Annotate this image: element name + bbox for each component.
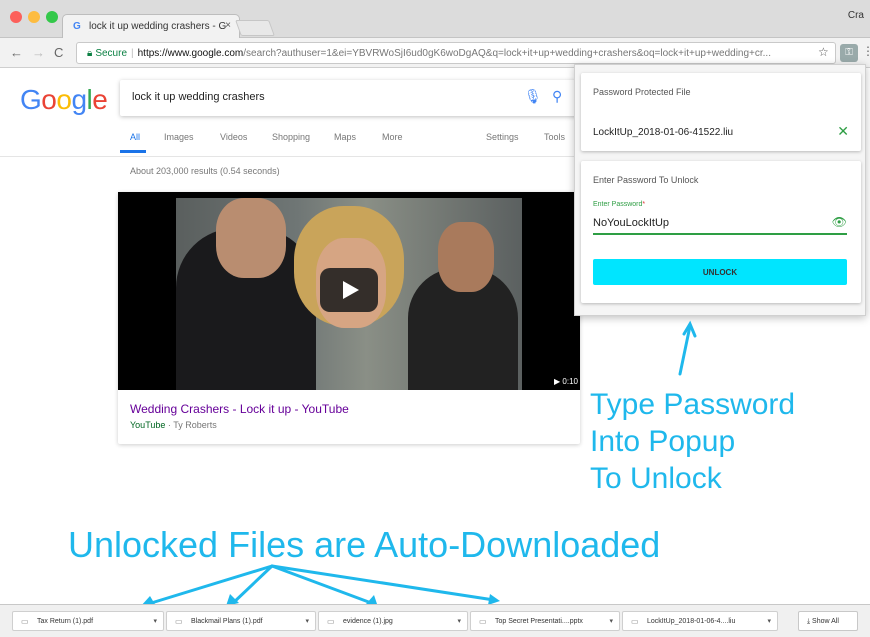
file-icon: ▭	[175, 617, 183, 626]
video-duration: ▶ 0:10	[554, 377, 578, 386]
search-query: lock it up wedding crashers	[132, 91, 265, 103]
logo-letter: o	[41, 84, 57, 115]
secure-label: Secure	[95, 48, 128, 59]
new-tab-button[interactable]	[235, 20, 275, 36]
video-thumbnail[interactable]: ▶ 0:10	[118, 192, 580, 390]
profile-name[interactable]: Cra	[848, 10, 864, 21]
minimize-window-button[interactable]	[28, 11, 40, 23]
search-input[interactable]: lock it up wedding crashers	[120, 80, 580, 116]
url-path: /search?authuser=1&ei=YBVRWoSjI6ud0gK6wo…	[243, 48, 771, 59]
download-item[interactable]: ▭ Tax Return (1).pdf ▾	[12, 611, 164, 631]
video-source: YouTube · Ty Roberts	[130, 420, 217, 430]
popup-arrow	[678, 324, 692, 376]
downloads-annotation: Unlocked Files are Auto-Downloaded	[68, 524, 661, 565]
bookmark-star-icon[interactable]: ☆	[818, 45, 829, 59]
download-file-name: Blackmail Plans (1).pdf	[191, 618, 263, 625]
zoom-window-button[interactable]	[46, 11, 58, 23]
google-logo[interactable]: Google	[20, 84, 108, 116]
google-favicon-icon: G	[73, 21, 81, 32]
tab-all[interactable]: All	[130, 132, 140, 142]
forward-arrow-icon[interactable]: →	[32, 45, 45, 60]
download-item[interactable]: ▭ Top Secret Presentati....pptx ▾	[470, 611, 620, 631]
tab-title: lock it up wedding crashers - G	[89, 21, 227, 32]
play-button-icon[interactable]	[320, 268, 378, 312]
search-icon[interactable]: ⚲	[552, 88, 562, 105]
video-title-link[interactable]: Wedding Crashers - Lock it up - YouTube	[130, 402, 349, 416]
close-window-button[interactable]	[10, 11, 22, 23]
browser-tab[interactable]: G lock it up wedding crashers - G ×	[62, 14, 240, 38]
popup-annotation: Type Password Into Popup To Unlock	[590, 386, 795, 497]
download-arrow-4	[270, 564, 496, 602]
protected-file-name: LockItUp_2018-01-06-41522.liu	[593, 127, 734, 138]
logo-letter: e	[92, 84, 108, 115]
show-all-label: Show All	[812, 618, 839, 625]
settings-link[interactable]: Settings	[486, 132, 519, 142]
chevron-down-icon[interactable]: ▾	[153, 617, 157, 625]
password-popup: Password Protected File LockItUp_2018-01…	[574, 64, 866, 316]
popup-arrow-head	[682, 320, 697, 338]
chevron-down-icon[interactable]: ▾	[305, 617, 309, 625]
file-icon: ▭	[327, 617, 335, 626]
popup-annotation-line: To Unlock	[590, 462, 722, 495]
file-icon: ▭	[21, 617, 29, 626]
file-icon: ▭	[479, 617, 487, 626]
password-field[interactable]	[593, 213, 847, 235]
reload-icon[interactable]: C	[54, 45, 63, 60]
menu-kebab-icon[interactable]: ⋮	[862, 44, 870, 58]
video-author: · Ty Roberts	[165, 420, 217, 430]
tab-close-icon[interactable]: ×	[225, 20, 231, 31]
download-shelf: ▭ Tax Return (1).pdf ▾ ▭ Blackmail Plans (1…	[0, 604, 870, 637]
file-card-title: Password Protected File	[593, 87, 691, 97]
show-password-eye-icon[interactable]: 👁︎	[832, 215, 847, 229]
tab-shopping[interactable]: Shopping	[272, 132, 310, 142]
lock-icon: 🔒︎	[87, 48, 93, 59]
download-item[interactable]: ▭ Blackmail Plans (1).pdf ▾	[166, 611, 316, 631]
logo-letter: G	[20, 84, 42, 115]
unlock-button[interactable]: UNLOCK	[593, 259, 847, 285]
browser-window: G lock it up wedding crashers - G × Cra …	[0, 0, 870, 637]
download-file-name: LockItUp_2018-01-06-4....liu	[647, 618, 736, 625]
divider	[0, 156, 575, 157]
chevron-down-icon[interactable]: ▾	[767, 617, 771, 625]
video-result-card[interactable]: ▶ 0:10 Wedding Crashers - Lock it up - Y…	[118, 192, 580, 444]
tab-maps[interactable]: Maps	[334, 132, 356, 142]
address-bar[interactable]: 🔒︎ Secure | https://www.google.com/search?a…	[76, 42, 836, 64]
download-file-name: evidence (1).jpg	[343, 618, 393, 625]
extension-lock-icon[interactable]: ⚿	[840, 44, 858, 62]
download-item[interactable]: ▭ evidence (1).jpg ▾	[318, 611, 468, 631]
title-bar: G lock it up wedding crashers - G × Cra	[0, 0, 870, 38]
url-separator: |	[131, 48, 134, 59]
unlock-card: Enter Password To Unlock Enter Password*…	[581, 161, 861, 303]
active-tab-indicator	[120, 150, 146, 153]
download-arrow-3	[270, 564, 376, 606]
check-icon: ✕	[837, 123, 849, 139]
password-field-label: Enter Password*	[593, 201, 646, 208]
logo-letter: g	[71, 84, 87, 115]
unlock-card-title: Enter Password To Unlock	[593, 175, 699, 185]
download-arrow-2	[230, 564, 274, 606]
video-site: YouTube	[130, 420, 166, 430]
file-card: Password Protected File LockItUp_2018-01…	[581, 73, 861, 151]
download-file-name: Tax Return (1).pdf	[37, 618, 94, 625]
file-icon: ▭	[631, 617, 639, 626]
download-item[interactable]: ▭ LockItUp_2018-01-06-4....liu ▾	[622, 611, 778, 631]
results-count: About 203,000 results (0.54 seconds)	[130, 166, 280, 176]
back-arrow-icon[interactable]: ←	[10, 45, 23, 60]
logo-letter: o	[56, 84, 72, 115]
tab-images[interactable]: Images	[164, 132, 194, 142]
url-domain: https://www.google.com	[137, 48, 244, 59]
download-file-name: Top Secret Presentati....pptx	[495, 618, 583, 625]
tab-videos[interactable]: Videos	[220, 132, 247, 142]
popup-annotation-line: Type Password	[590, 388, 796, 421]
show-all-button[interactable]: ⤓ Show All	[798, 611, 858, 631]
chevron-down-icon[interactable]: ▾	[609, 617, 613, 625]
tab-more[interactable]: More	[382, 132, 403, 142]
microphone-icon[interactable]: 🎙︎	[524, 88, 542, 105]
tools-link[interactable]: Tools	[544, 132, 565, 142]
popup-annotation-line: Into Popup	[590, 425, 736, 458]
chevron-down-icon[interactable]: ▾	[457, 617, 461, 625]
download-arrow-1	[146, 564, 274, 606]
